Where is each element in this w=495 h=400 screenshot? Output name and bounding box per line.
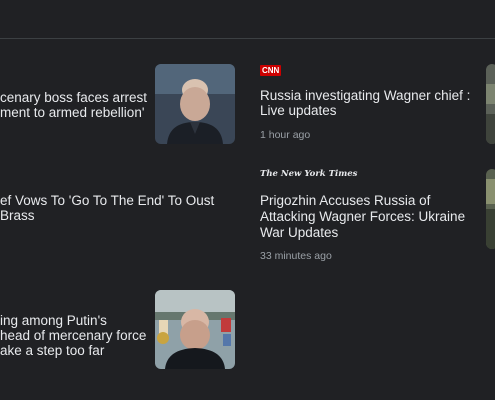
nyt-logo: The New York Times — [260, 169, 358, 179]
right-story-1-thumbnail[interactable] — [486, 64, 495, 144]
man-portrait-image — [155, 290, 235, 369]
news-page: cenary boss faces arrest ment to armed r… — [0, 0, 495, 400]
cnn-logo: CNN — [260, 65, 282, 76]
right-story-2-headline-line-3[interactable]: War Updates — [260, 224, 338, 242]
left-story-1-thumbnail[interactable] — [155, 64, 235, 144]
man-portrait-image — [155, 64, 235, 144]
left-story-3-thumbnail[interactable] — [155, 290, 235, 369]
right-story-2-thumbnail[interactable] — [486, 169, 495, 249]
news-photo-image — [486, 64, 495, 144]
right-story-2-time: 33 minutes ago — [260, 250, 332, 262]
left-story-1-headline-line-2[interactable]: ment to armed rebellion' — [0, 104, 144, 122]
right-story-1-headline-line-2[interactable]: Live updates — [260, 102, 337, 120]
right-story-1-time: 1 hour ago — [260, 129, 311, 141]
top-bar — [0, 0, 495, 39]
news-photo-image — [486, 169, 495, 249]
left-story-2-headline-line-2[interactable]: Brass — [0, 207, 35, 225]
left-story-3-headline-line-3[interactable]: ake a step too far — [0, 342, 104, 360]
